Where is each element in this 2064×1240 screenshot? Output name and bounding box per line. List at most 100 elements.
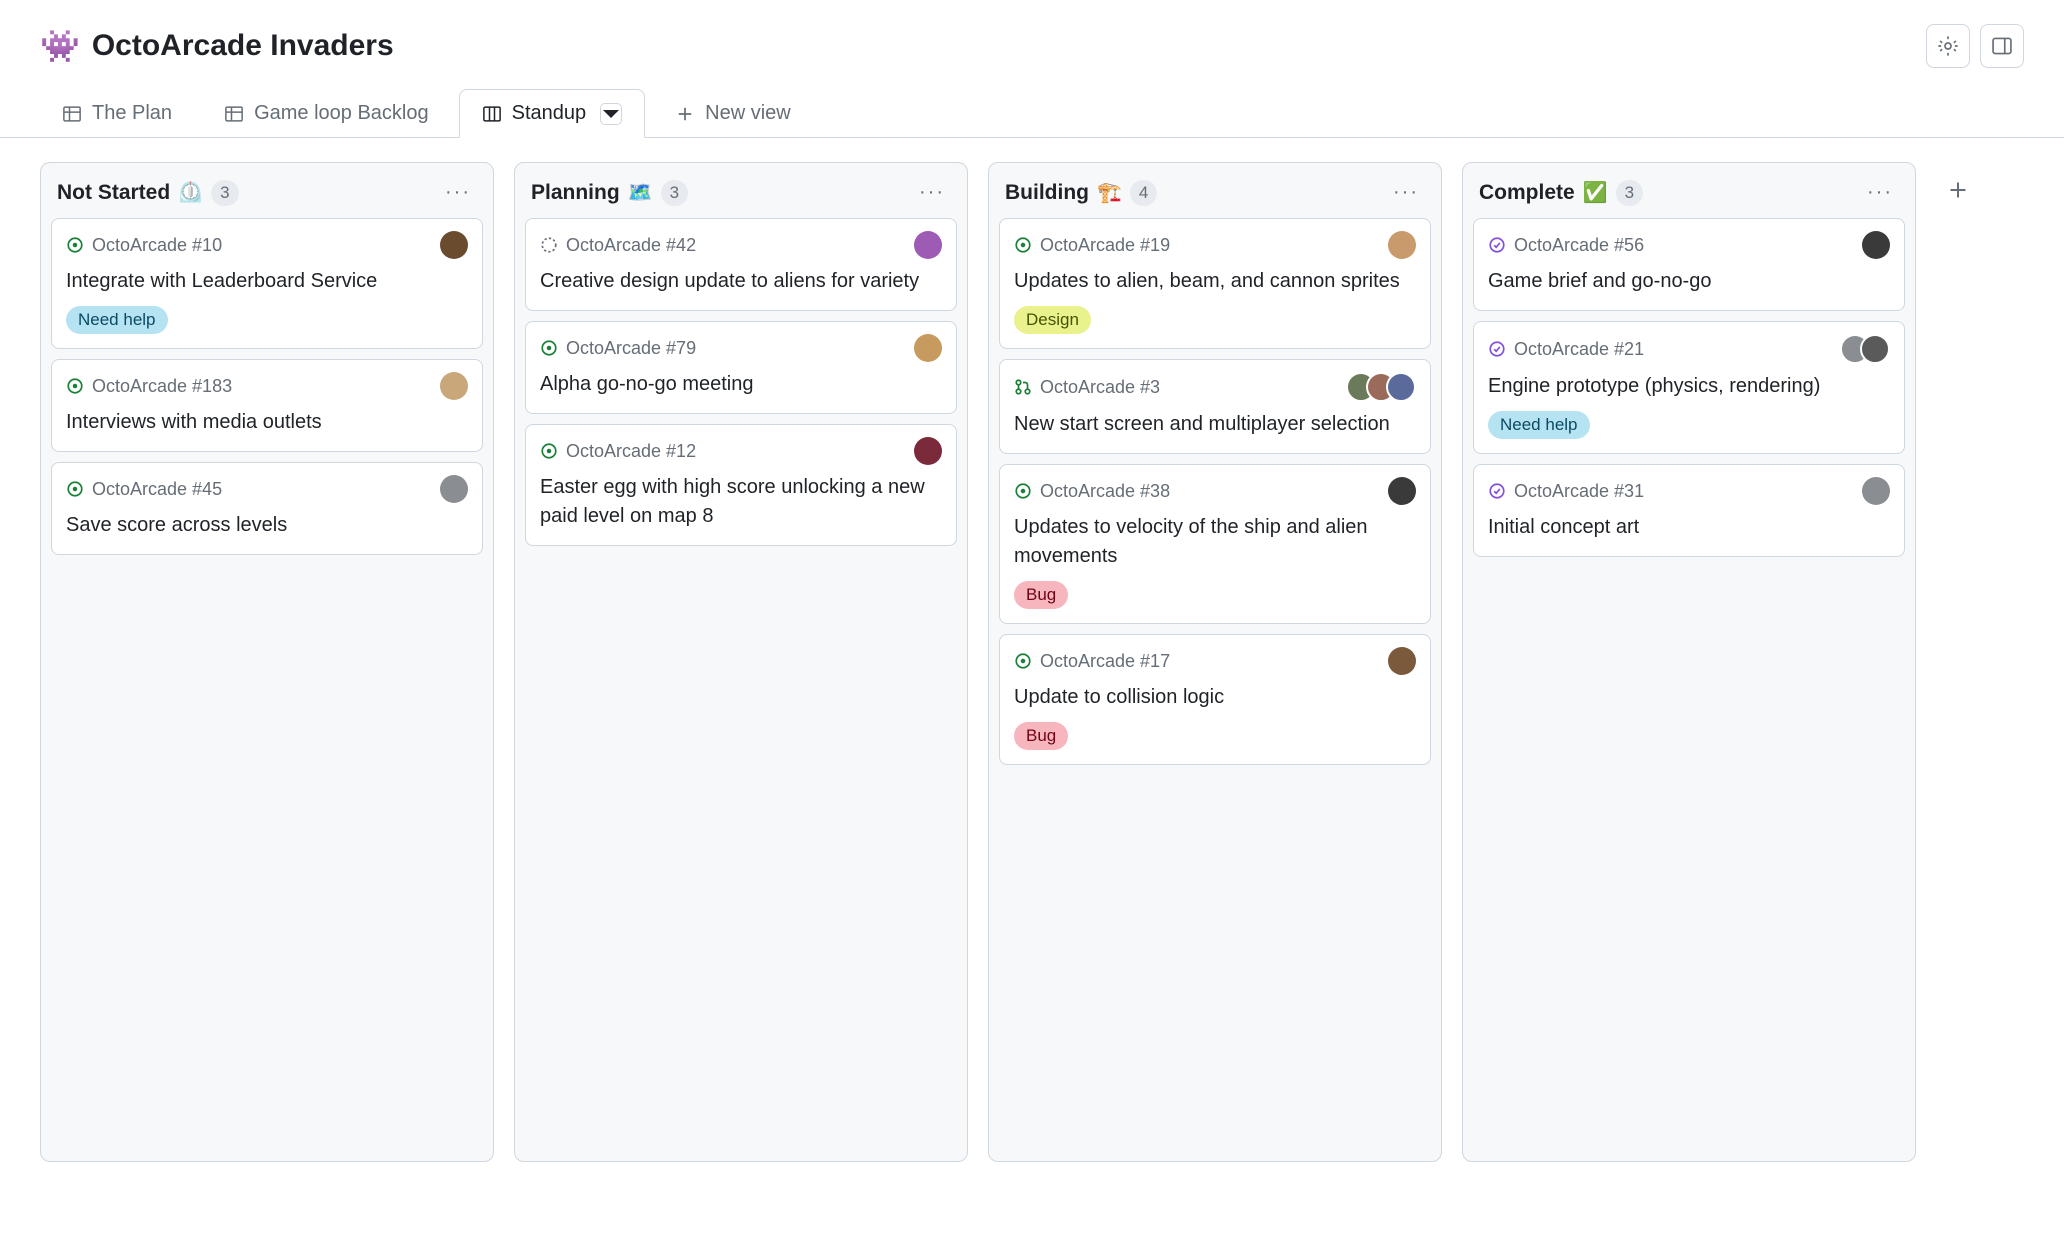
column-count: 3 <box>1616 180 1643 206</box>
card-ref: OctoArcade #183 <box>92 376 232 397</box>
avatar <box>914 437 942 465</box>
column-name: Building <box>1005 181 1089 205</box>
tab-label: The Plan <box>92 102 172 125</box>
card[interactable]: OctoArcade #3 New start screen and multi… <box>999 359 1431 454</box>
card-ref: OctoArcade #79 <box>566 338 696 359</box>
avatar <box>440 231 468 259</box>
issue-draft-icon <box>540 236 558 254</box>
card[interactable]: OctoArcade #12 Easter egg with high scor… <box>525 424 957 546</box>
avatar <box>1862 231 1890 259</box>
card[interactable]: OctoArcade #19 Updates to alien, beam, a… <box>999 218 1431 349</box>
column-emoji: 🏗️ <box>1097 180 1122 205</box>
issue-open-icon <box>1014 236 1032 254</box>
card[interactable]: OctoArcade #10 Integrate with Leaderboar… <box>51 218 483 349</box>
card-title: Creative design update to aliens for var… <box>540 267 942 296</box>
card[interactable]: OctoArcade #38 Updates to velocity of th… <box>999 464 1431 624</box>
column-header: Building 🏗️ 4 ··· <box>989 163 1441 218</box>
avatar <box>914 334 942 362</box>
card[interactable]: OctoArcade #79 Alpha go-no-go meeting <box>525 321 957 414</box>
card[interactable]: OctoArcade #21 Engine prototype (physics… <box>1473 321 1905 454</box>
avatar <box>1862 477 1890 505</box>
issue-closed-icon <box>1488 482 1506 500</box>
card-ref: OctoArcade #45 <box>92 479 222 500</box>
column-count: 3 <box>211 180 238 206</box>
tab-options-button[interactable] <box>600 103 622 125</box>
new-view-button[interactable]: New view <box>653 90 813 137</box>
label-bug: Bug <box>1014 722 1068 750</box>
add-column-button[interactable] <box>1936 168 1980 212</box>
tab-label: Standup <box>512 102 587 125</box>
view-tabs: The Plan Game loop Backlog Standup New v… <box>0 88 2064 138</box>
project-title-wrap: 👾 OctoArcade Invaders <box>40 27 394 65</box>
card-title: Interviews with media outlets <box>66 408 468 437</box>
column-emoji: ⏲️ <box>178 180 203 205</box>
card-title: Initial concept art <box>1488 513 1890 542</box>
card[interactable]: OctoArcade #42 Creative design update to… <box>525 218 957 311</box>
column-name: Not Started <box>57 181 170 205</box>
column-menu-button[interactable]: ··· <box>1861 177 1899 208</box>
card[interactable]: OctoArcade #183 Interviews with media ou… <box>51 359 483 452</box>
issue-closed-icon <box>1488 236 1506 254</box>
column-count: 3 <box>661 180 688 206</box>
card-ref: OctoArcade #17 <box>1040 651 1170 672</box>
card-ref: OctoArcade #31 <box>1514 481 1644 502</box>
avatar-stack <box>1346 372 1416 402</box>
label-need-help: Need help <box>66 306 168 334</box>
tab-the-plan[interactable]: The Plan <box>40 90 194 137</box>
project-header: 👾 OctoArcade Invaders <box>0 0 2064 82</box>
gear-icon <box>1937 35 1959 57</box>
column-header: Not Started ⏲️ 3 ··· <box>41 163 493 218</box>
avatar <box>1860 334 1890 364</box>
card[interactable]: OctoArcade #56 Game brief and go-no-go <box>1473 218 1905 311</box>
board: Not Started ⏲️ 3 ··· OctoArcade #10 Inte… <box>0 138 2064 1186</box>
column-cards: OctoArcade #10 Integrate with Leaderboar… <box>41 218 493 565</box>
card-ref: OctoArcade #56 <box>1514 235 1644 256</box>
card-ref: OctoArcade #3 <box>1040 377 1160 398</box>
avatar <box>440 372 468 400</box>
column-planning: Planning 🗺️ 3 ··· OctoArcade #42 Creativ… <box>514 162 968 1162</box>
card-title: Update to collision logic <box>1014 683 1416 712</box>
header-actions <box>1926 24 2024 68</box>
table-icon <box>224 104 244 124</box>
caret-down-icon <box>601 104 621 124</box>
card[interactable]: OctoArcade #31 Initial concept art <box>1473 464 1905 557</box>
column-title: Complete ✅ 3 <box>1479 180 1643 206</box>
pull-request-icon <box>1014 378 1032 396</box>
tab-game-loop-backlog[interactable]: Game loop Backlog <box>202 90 451 137</box>
card-ref: OctoArcade #38 <box>1040 481 1170 502</box>
issue-open-icon <box>540 442 558 460</box>
column-emoji: ✅ <box>1583 180 1608 205</box>
card[interactable]: OctoArcade #45 Save score across levels <box>51 462 483 555</box>
column-menu-button[interactable]: ··· <box>913 177 951 208</box>
tab-label: Game loop Backlog <box>254 102 429 125</box>
column-title: Planning 🗺️ 3 <box>531 180 688 206</box>
project-icon: 👾 <box>40 27 80 65</box>
panel-button[interactable] <box>1980 24 2024 68</box>
column-name: Complete <box>1479 181 1575 205</box>
new-view-label: New view <box>705 102 791 125</box>
column-count: 4 <box>1130 180 1157 206</box>
column-cards: OctoArcade #19 Updates to alien, beam, a… <box>989 218 1441 775</box>
card-ref: OctoArcade #19 <box>1040 235 1170 256</box>
project-title: OctoArcade Invaders <box>92 29 394 63</box>
column-header: Complete ✅ 3 ··· <box>1463 163 1915 218</box>
settings-button[interactable] <box>1926 24 1970 68</box>
issue-closed-icon <box>1488 340 1506 358</box>
card-title: Updates to velocity of the ship and alie… <box>1014 513 1416 571</box>
card[interactable]: OctoArcade #17 Update to collision logic… <box>999 634 1431 765</box>
label-design: Design <box>1014 306 1091 334</box>
tab-standup[interactable]: Standup <box>459 89 646 138</box>
column-menu-button[interactable]: ··· <box>1387 177 1425 208</box>
issue-open-icon <box>540 339 558 357</box>
column-menu-button[interactable]: ··· <box>439 177 477 208</box>
card-ref: OctoArcade #10 <box>92 235 222 256</box>
issue-open-icon <box>1014 482 1032 500</box>
card-title: Engine prototype (physics, rendering) <box>1488 372 1890 401</box>
card-title: Game brief and go-no-go <box>1488 267 1890 296</box>
issue-open-icon <box>66 377 84 395</box>
column-cards: OctoArcade #56 Game brief and go-no-go O… <box>1463 218 1915 567</box>
avatar <box>1388 231 1416 259</box>
column-building: Building 🏗️ 4 ··· OctoArcade #19 Updates… <box>988 162 1442 1162</box>
column-header: Planning 🗺️ 3 ··· <box>515 163 967 218</box>
card-ref: OctoArcade #42 <box>566 235 696 256</box>
